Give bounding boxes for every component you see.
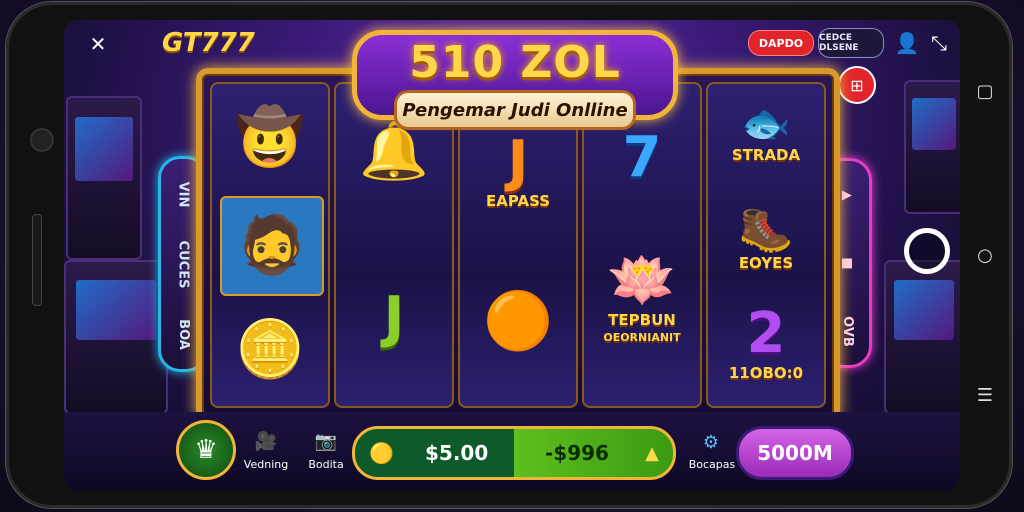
- gold-coin-icon: 🪙: [235, 317, 305, 382]
- camera-button-icon[interactable]: 📷: [306, 428, 346, 454]
- square-icon[interactable]: ▢: [974, 80, 996, 102]
- coin-icon: 🟡: [369, 441, 394, 465]
- page-title: 510 ZOL: [409, 37, 621, 88]
- left-rail-item[interactable]: VIN: [176, 181, 191, 207]
- bocapas-label: Bocapas: [688, 458, 736, 471]
- camera-icon: [30, 128, 54, 152]
- reel-2: 🔔 J: [334, 82, 454, 408]
- reel-5: 🐟 STRADA 🥾 EOYES 2 11OBO:0: [706, 82, 826, 408]
- ring-icon[interactable]: [904, 228, 950, 274]
- expand-arrows-icon[interactable]: ⤡: [926, 30, 952, 56]
- reel-5-label-top: STRADA: [731, 146, 801, 164]
- bodita-label: Bodita: [308, 458, 344, 471]
- bearded-man-icon: 🧔: [220, 196, 324, 296]
- deposit-button[interactable]: DAPDO: [748, 30, 814, 56]
- bet-value: $5.00: [425, 441, 489, 465]
- win-value: -$996: [545, 441, 609, 465]
- circle-icon[interactable]: ○: [974, 244, 996, 266]
- video-icon[interactable]: 🎥: [246, 428, 286, 454]
- gear-icon[interactable]: ⚙: [696, 430, 726, 454]
- side-button: [32, 214, 42, 306]
- number-two-icon: 2 11OBO:0: [728, 301, 804, 383]
- spin-button[interactable]: 5000M: [736, 426, 854, 480]
- right-rail-item[interactable]: ▲: [840, 190, 855, 200]
- right-rail-item[interactable]: OVB: [839, 316, 854, 347]
- left-rail-item[interactable]: BOA: [175, 319, 190, 350]
- gold-orb-icon: 🟠: [483, 289, 553, 354]
- left-rail-item[interactable]: CUCES: [176, 240, 191, 288]
- back-chevron-icon[interactable]: ✕: [84, 30, 112, 58]
- person-icon[interactable]: 👤: [894, 30, 920, 56]
- feathered-fish-icon: 🐟 STRADA: [731, 101, 801, 164]
- vedning-label: Vedning: [243, 458, 289, 471]
- increase-bet-icon[interactable]: ▲: [645, 443, 659, 464]
- right-rail-item[interactable]: ■: [839, 257, 854, 269]
- reel-4-label: TEPBUN: [608, 310, 676, 329]
- cowboy-hat-man-icon: 🤠: [235, 105, 305, 170]
- reel-5-label-mid: EOYES: [738, 254, 794, 272]
- reel-3-label: EAPASS: [485, 192, 550, 210]
- letter-j-orange-icon: J EAPASS: [485, 129, 550, 211]
- app-logo: GT777: [162, 28, 255, 58]
- bet-amount-field[interactable]: 🟡 $5.00 -$996 ▲: [352, 426, 676, 480]
- arcade-cabinet: [66, 96, 142, 260]
- reel-5-label-bottom: 11OBO:0: [728, 364, 804, 382]
- reel-1: 🤠 🧔 🪙: [210, 82, 330, 408]
- page-subtitle: Pengemar Judi Onlline: [394, 90, 636, 130]
- reel-4-sublabel: OEORNIANIT: [603, 330, 681, 344]
- menu-icon[interactable]: ☰: [974, 384, 996, 406]
- home-crown-button[interactable]: ♛: [176, 420, 236, 480]
- reel-4: 7 🪷 TEPBUN OEORNIANIT: [582, 82, 702, 408]
- lotus-flower-icon: 🪷 TEPBUN OEORNIANIT: [603, 247, 681, 344]
- reel-3: J EAPASS 🟠: [458, 82, 578, 408]
- silver-boot-icon: 🥾 EOYES: [738, 204, 794, 273]
- arcade-cabinet: [884, 260, 960, 414]
- game-screen: ✕ GT777 DAPDO CEDCE DLSENE 👤 ⤡ ⊞ VIN CUC…: [64, 20, 960, 490]
- arcade-cabinet: [64, 260, 168, 414]
- notification-icon[interactable]: ⊞: [838, 66, 876, 104]
- letter-j-green-icon: J: [383, 285, 405, 350]
- arcade-cabinet: [904, 80, 960, 214]
- info-button[interactable]: CEDCE DLSENE: [818, 28, 884, 58]
